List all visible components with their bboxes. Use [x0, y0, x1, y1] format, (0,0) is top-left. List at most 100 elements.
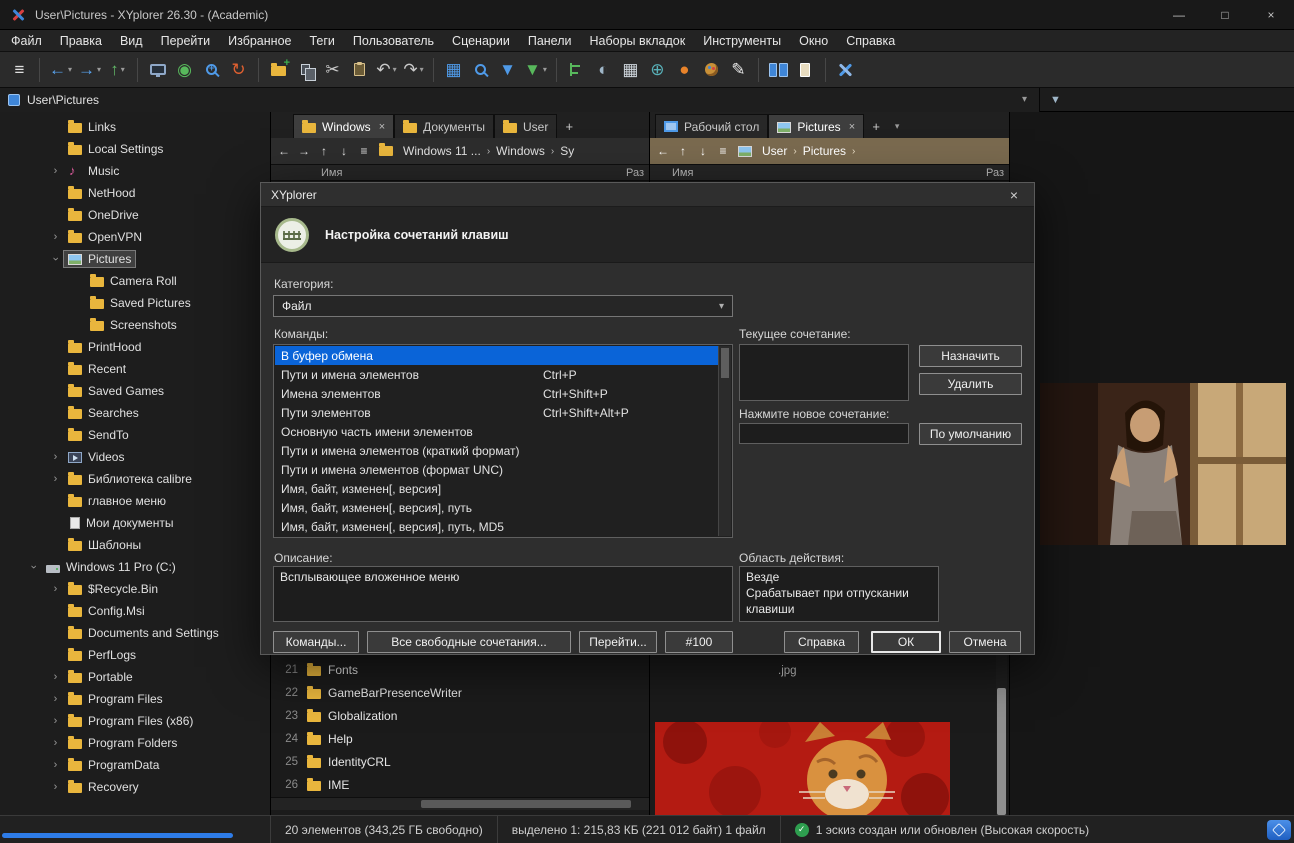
breadcrumb-segment[interactable]: Windows 11 ...: [399, 144, 485, 158]
toolbar-show-display-button[interactable]: [144, 56, 171, 84]
tree-item[interactable]: › OpenVPN: [0, 226, 270, 248]
tree-item[interactable]: › Pictures: [0, 248, 270, 270]
toolbar-dual-pane-button[interactable]: [765, 56, 792, 84]
command-row[interactable]: Имя, байт, изменен[, версия], путь, MD5: [275, 517, 717, 536]
toolbar-filter-button[interactable]: ▼: [494, 56, 521, 84]
expand-arrow-icon[interactable]: ›: [48, 451, 63, 463]
expand-arrow-icon[interactable]: ›: [48, 473, 63, 485]
tab-desktop[interactable]: Рабочий стол: [655, 114, 769, 138]
expand-arrow-icon[interactable]: ›: [48, 165, 63, 177]
menu-item-go[interactable]: Перейти: [152, 30, 220, 52]
tree-item[interactable]: › Библиотека calibre: [0, 468, 270, 490]
dialog-close-button[interactable]: ×: [1004, 187, 1024, 203]
toolbar-refresh-button[interactable]: ↻: [225, 56, 252, 84]
menu-item-tools[interactable]: Инструменты: [694, 30, 790, 52]
expand-arrow-icon[interactable]: ›: [48, 583, 63, 595]
tree-item[interactable]: › Videos: [0, 446, 270, 468]
tree-item[interactable]: › Portable: [0, 666, 270, 688]
toolbar-search-button[interactable]: [467, 56, 494, 84]
nav-back-button[interactable]: ←: [275, 144, 293, 158]
horizontal-scrollbar[interactable]: [271, 797, 649, 810]
new-tab-button[interactable]: +: [864, 114, 888, 138]
toolbar-ball-button[interactable]: ●: [671, 56, 698, 84]
tree-item[interactable]: › Program Files: [0, 688, 270, 710]
expand-arrow-icon[interactable]: ›: [48, 715, 63, 727]
listbox-scrollbar[interactable]: [718, 346, 731, 536]
file-row[interactable]: 23 Globalization: [271, 704, 649, 727]
nav-up-button[interactable]: ↑: [315, 144, 333, 158]
commands-listbox[interactable]: В буфер обмена Пути и имена элементов Ctrl…: [273, 344, 733, 538]
menu-item-user[interactable]: Пользователь: [344, 30, 443, 52]
nav-up-button[interactable]: ↑: [674, 144, 692, 158]
photo-thumbnail-cat[interactable]: [655, 722, 950, 815]
breadcrumb-segment[interactable]: Windows: [492, 144, 549, 158]
command-row[interactable]: Пути и имена элементов (формат UNC): [275, 460, 717, 479]
help-button[interactable]: Справка: [784, 631, 859, 653]
tree-item[interactable]: главное меню: [0, 490, 270, 512]
toolbar-colors-button[interactable]: [698, 56, 725, 84]
minimize-button[interactable]: —: [1156, 0, 1202, 30]
current-shortcut-box[interactable]: [739, 344, 909, 401]
command-row[interactable]: Имя, байт, изменен[, версия]: [275, 479, 717, 498]
menu-item-file[interactable]: Файл: [2, 30, 51, 52]
breadcrumb-segment[interactable]: User: [758, 144, 791, 158]
tree-item[interactable]: › $Recycle.Bin: [0, 578, 270, 600]
maximize-button[interactable]: □: [1202, 0, 1248, 30]
tree-item[interactable]: NetHood: [0, 182, 270, 204]
column-name[interactable]: Имя: [321, 167, 342, 179]
toolbar-quick-filter-button[interactable]: ▼ ▾: [521, 56, 550, 84]
tab-windows[interactable]: Windows ×: [293, 114, 395, 138]
new-shortcut-input[interactable]: [739, 423, 909, 444]
tree-item[interactable]: › Program Files (x86): [0, 710, 270, 732]
tree-item[interactable]: Recent: [0, 358, 270, 380]
toolbar-undo-button[interactable]: ↶ ▾: [373, 56, 400, 84]
file-row[interactable]: 25 IdentityCRL: [271, 750, 649, 773]
menu-item-view[interactable]: Вид: [111, 30, 152, 52]
scrollbar-thumb[interactable]: [721, 348, 729, 378]
column-size[interactable]: Раз: [626, 167, 648, 179]
breadcrumb-segment[interactable]: Sy: [556, 144, 578, 158]
toolbar-goto-location-button[interactable]: ◉: [171, 56, 198, 84]
toolbar-copy-button[interactable]: [292, 56, 319, 84]
right-column-header[interactable]: Имя Раз: [650, 164, 1009, 181]
expand-arrow-icon[interactable]: ›: [48, 737, 63, 749]
toolbar-cut-button[interactable]: ✂: [319, 56, 346, 84]
tree-item[interactable]: Мои документы: [0, 512, 270, 534]
category-select[interactable]: Файл: [273, 295, 733, 317]
tree-item[interactable]: › ProgramData: [0, 754, 270, 776]
ok-button[interactable]: ОК: [871, 631, 941, 653]
nav-menu-button[interactable]: ≡: [355, 144, 373, 158]
column-name[interactable]: Имя: [672, 167, 693, 179]
scrollbar-thumb[interactable]: [2, 833, 233, 838]
toolbar-back-button[interactable]: ← ▾: [46, 56, 75, 84]
file-row[interactable]: 26 IME: [271, 773, 649, 796]
command-row[interactable]: В буфер обмена: [275, 346, 731, 365]
toolbar-brush-button[interactable]: ✎: [725, 56, 752, 84]
dialog-title-bar[interactable]: XYplorer ×: [261, 183, 1034, 207]
command-row[interactable]: Имя, байт, изменен[, версия], путь: [275, 498, 717, 517]
scrollbar-thumb[interactable]: [997, 688, 1006, 815]
toolbar-menu-toggle-button[interactable]: ≡: [6, 56, 33, 84]
expand-arrow-icon[interactable]: ›: [48, 759, 63, 771]
toolbar-globe-button[interactable]: ⊕: [644, 56, 671, 84]
toolbar-customize-button[interactable]: [832, 56, 859, 84]
commands-button[interactable]: Команды...: [273, 631, 359, 653]
command-row[interactable]: Пути и имена элементов Ctrl+P: [275, 365, 717, 384]
tree-item[interactable]: › Windows 11 Pro (C:): [0, 556, 270, 578]
menu-item-tabsets[interactable]: Наборы вкладок: [580, 30, 694, 52]
address-filter-icon[interactable]: ▼: [1040, 94, 1071, 106]
tab-close-icon[interactable]: ×: [379, 121, 385, 133]
nav-down-button[interactable]: ↓: [694, 144, 712, 158]
tree-item[interactable]: PrintHood: [0, 336, 270, 358]
nav-forward-button[interactable]: →: [295, 144, 313, 158]
menu-item-panes[interactable]: Панели: [519, 30, 581, 52]
toolbar-new-folder-button[interactable]: [265, 56, 292, 84]
menu-item-edit[interactable]: Правка: [51, 30, 111, 52]
close-button[interactable]: ×: [1248, 0, 1294, 30]
left-column-header[interactable]: Имя Раз: [271, 164, 649, 181]
toolbar-paste-button[interactable]: [346, 56, 373, 84]
toolbar-tiles-view-button[interactable]: ▦: [440, 56, 467, 84]
toolbar-up-button[interactable]: ↑ ▾: [104, 56, 131, 84]
expand-arrow-icon[interactable]: ›: [48, 693, 63, 705]
tray-blue-icon[interactable]: [1267, 819, 1291, 840]
